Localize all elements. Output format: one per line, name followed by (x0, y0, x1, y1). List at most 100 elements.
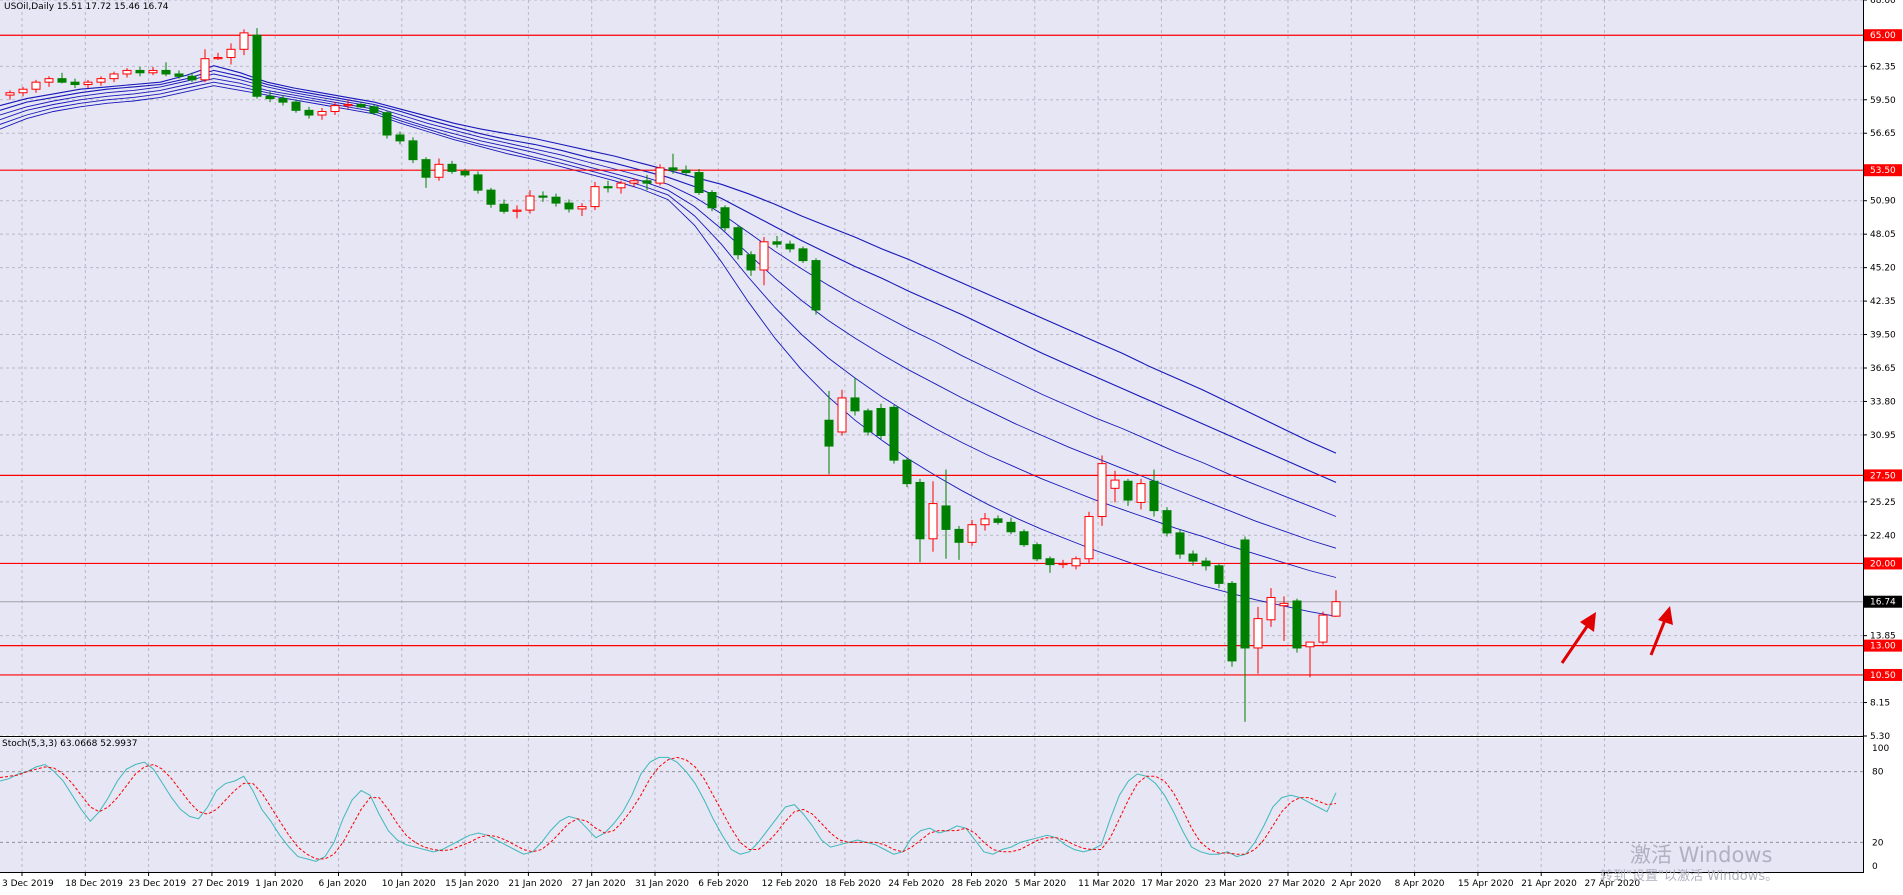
candle-body-bull (83, 81, 93, 86)
candle-body-bear (70, 81, 80, 86)
candle-body-bull (928, 503, 938, 540)
candle-body-bear (369, 106, 379, 114)
candle-body-bull (434, 163, 444, 178)
level-price-label: 10.50 (1870, 671, 1896, 681)
candle-body-bear (668, 167, 678, 171)
stoch-axis-label: 0 (1872, 862, 1878, 872)
price-tick-label: 48.05 (1870, 230, 1896, 240)
time-tick-label: 27 Dec 2019 (192, 879, 250, 889)
candle-body-bear (1123, 480, 1133, 501)
candle-body-bull (200, 58, 210, 81)
level-price-label: 20.00 (1870, 559, 1896, 569)
price-tick-label: 36.65 (1870, 364, 1896, 374)
candle-body-bear (161, 69, 171, 75)
candle-body-bull (967, 524, 977, 543)
level-price-label: 13.00 (1870, 642, 1896, 652)
candle-body-bull (1266, 596, 1276, 621)
price-tick-label: 30.95 (1870, 431, 1896, 441)
candle-body-bull (1331, 601, 1341, 617)
candle-body-bull (1084, 515, 1094, 560)
current-price-label: 16.74 (1870, 598, 1896, 608)
candle-body-bull (1318, 614, 1328, 643)
candle-body-bear (174, 73, 184, 77)
time-tick-label: 15 Jan 2020 (445, 879, 499, 889)
candle-body-bear (993, 518, 1003, 523)
candle-body-bull (213, 57, 223, 60)
candle (655, 164, 665, 186)
candle (1032, 542, 1042, 562)
candle (590, 181, 600, 211)
candle-body-bear (1201, 560, 1211, 567)
candle-body-bear (460, 170, 470, 176)
candle-body-bull (1253, 618, 1263, 649)
candle-body-bull (1136, 483, 1146, 503)
candle-body-bull (343, 103, 353, 107)
time-tick-label: 27 Mar 2020 (1268, 879, 1325, 889)
candle (1318, 611, 1328, 645)
candle-body-bear (720, 207, 730, 229)
candle-body-bear (889, 406, 899, 461)
candle-body-bull (577, 206, 587, 210)
candle-body-bear (746, 254, 756, 271)
time-tick-label: 12 Feb 2020 (762, 879, 818, 889)
time-tick-label: 2 Apr 2020 (1331, 879, 1381, 889)
candle-body-bear (278, 98, 288, 103)
candle-body-bull (317, 111, 327, 116)
candle-body-bull (96, 78, 106, 83)
chart-canvas[interactable]: 68.00 62.35 59.50 56.65 50.90 48.05 45.20 42.35… (0, 0, 1903, 891)
candle-body-bear (1292, 600, 1302, 649)
candle-body-bear (915, 481, 925, 540)
candle-body-bull (512, 209, 522, 212)
time-tick-label: 27 Jan 2020 (572, 879, 626, 889)
candle-body-bear (707, 192, 717, 209)
candle (1097, 455, 1107, 526)
candle-body-bear (564, 202, 574, 210)
time-tick-label: 6 Feb 2020 (698, 879, 749, 889)
candle-body-bear (1045, 558, 1055, 566)
candle-body-bear (798, 248, 808, 262)
time-tick-label: 21 Jan 2020 (508, 879, 562, 889)
candle-body-bear (850, 397, 860, 412)
candle-body-bear (863, 410, 873, 433)
candle (382, 110, 392, 139)
candle-body-bear (408, 140, 418, 161)
price-tick-label: 56.65 (1870, 129, 1896, 139)
candle-body-bear (824, 419, 834, 447)
price-tick-label: 68.00 (1870, 0, 1896, 6)
watermark-line-1: 激活 Windows (1630, 843, 1772, 867)
candle-body-bear (1162, 510, 1172, 534)
price-tick-label: 45.20 (1870, 264, 1896, 274)
candle-body-bear (811, 260, 821, 311)
candle (902, 457, 912, 488)
candle-body-bull (616, 182, 626, 189)
candle-body-bull (1058, 562, 1068, 566)
time-tick-label: 5 Mar 2020 (1015, 879, 1067, 889)
time-tick-label: 10 Jan 2020 (382, 879, 436, 889)
time-tick-label: 18 Feb 2020 (825, 879, 881, 889)
candle (252, 28, 262, 99)
time-tick-label: 18 Dec 2019 (65, 879, 123, 889)
time-tick-label: 6 Jan 2020 (319, 879, 367, 889)
candle-body-bull (980, 518, 990, 526)
time-tick-label: 15 Apr 2020 (1458, 879, 1514, 889)
level-price-label: 53.50 (1870, 166, 1896, 176)
candle-body-bear (1175, 532, 1185, 555)
candle-body-bear (421, 159, 431, 178)
candle (889, 404, 899, 464)
candle (707, 190, 717, 212)
candle-body-bull (590, 186, 600, 208)
price-tick-label: 50.90 (1870, 197, 1896, 207)
candle-body-bull (239, 32, 249, 50)
candle-body-bear (1240, 539, 1250, 649)
candle-body-bear (785, 243, 795, 250)
price-tick-label: 39.50 (1870, 331, 1896, 341)
candle-body-bear (603, 186, 613, 189)
candle-body-bull (148, 69, 158, 74)
time-tick-label: 21 Apr 2020 (1521, 879, 1577, 889)
time-tick-label: 23 Dec 2019 (129, 879, 187, 889)
candle-body-bear (382, 112, 392, 136)
candle-body-bear (1019, 531, 1029, 546)
time-tick-label: 23 Mar 2020 (1205, 879, 1262, 889)
price-tick-label: 42.35 (1870, 297, 1896, 307)
time-tick-label: 11 Mar 2020 (1078, 879, 1135, 889)
